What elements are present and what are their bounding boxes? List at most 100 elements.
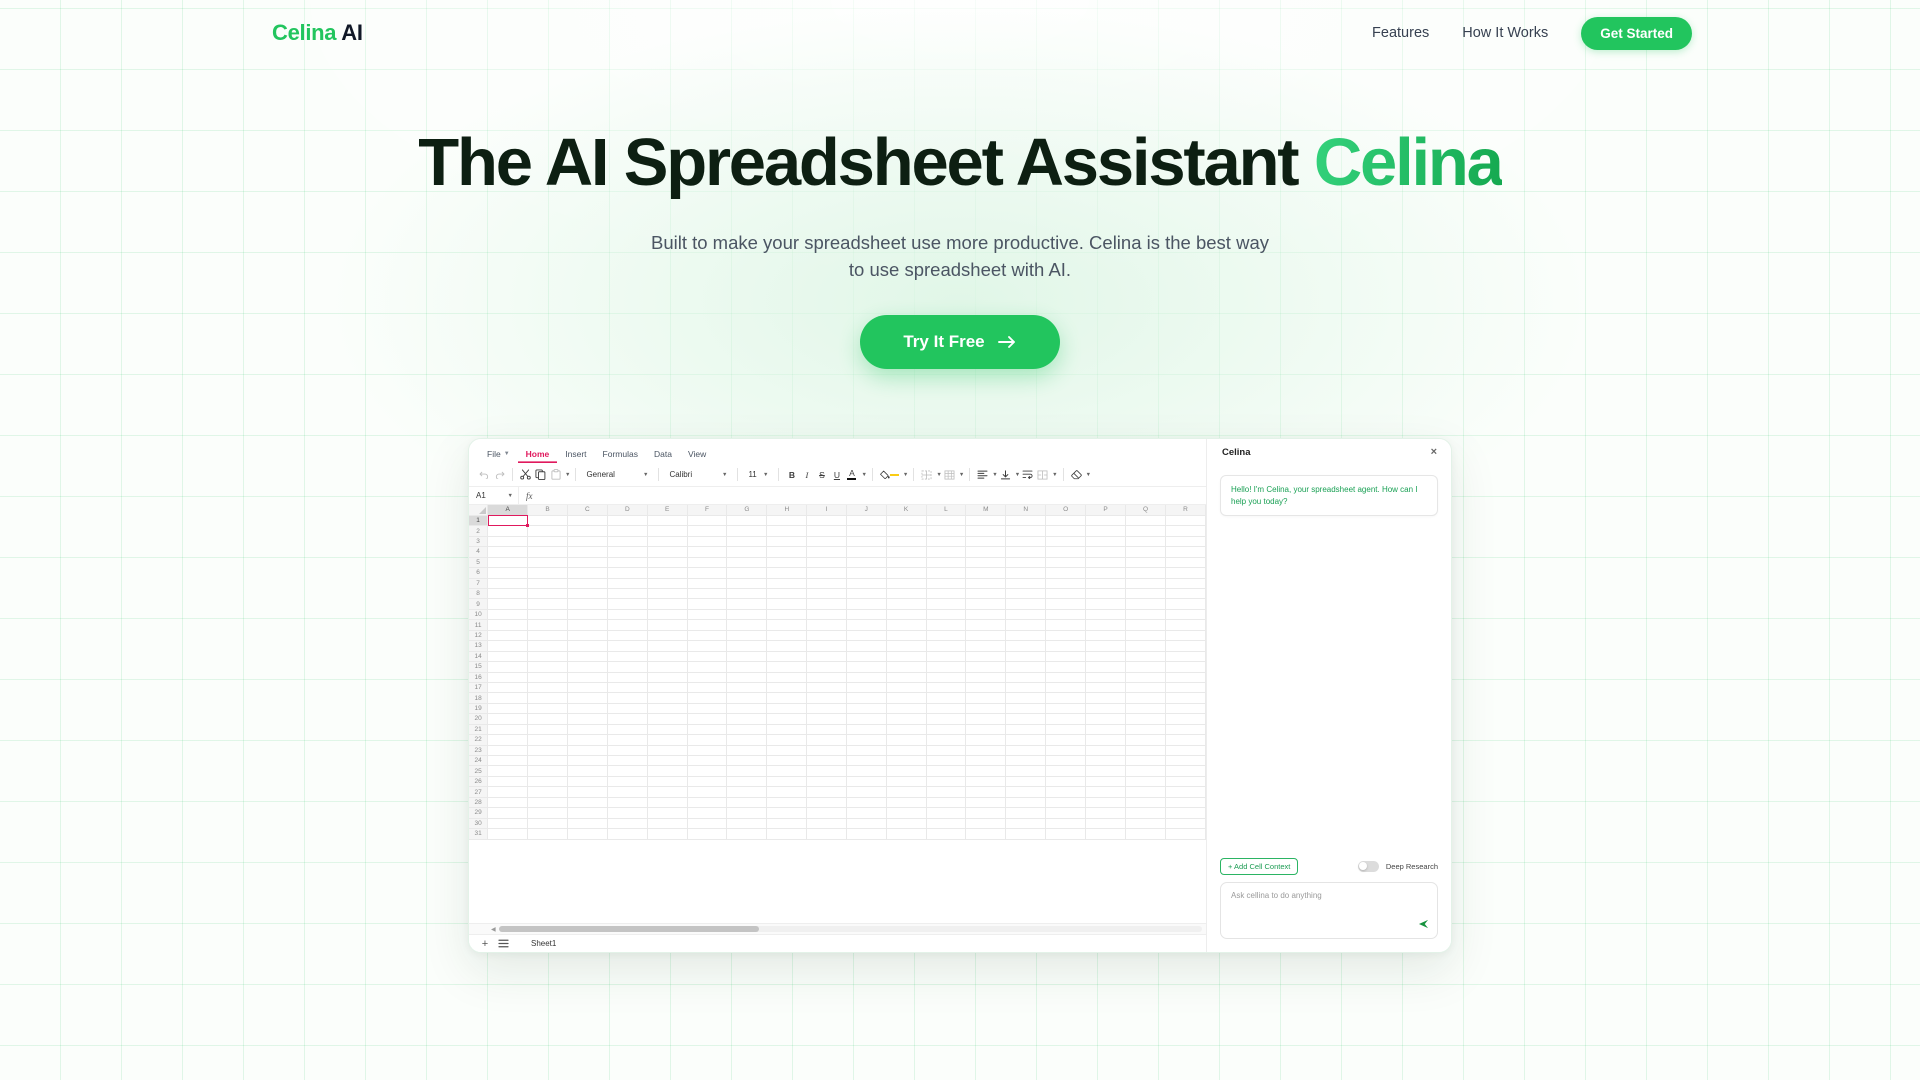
grid-cell-a15[interactable] [487,661,529,673]
grid-cell-c2[interactable] [567,525,608,537]
grid-cell-c18[interactable] [567,692,608,704]
grid-cell-a22[interactable] [487,734,529,746]
grid-cell-k14[interactable] [886,651,927,663]
row-header-16[interactable]: 16 [469,672,489,683]
grid-cell-q16[interactable] [1125,672,1166,683]
grid-cell-e28[interactable] [647,797,688,809]
grid-cell-f17[interactable] [687,682,728,694]
grid-cell-g12[interactable] [726,630,768,642]
grid-cell-g3[interactable] [726,536,768,548]
grid-cell-f21[interactable] [687,724,728,736]
grid-cell-f27[interactable] [687,786,728,798]
grid-cell-c28[interactable] [567,797,608,809]
grid-cell-c22[interactable] [567,734,608,746]
grid-cell-g15[interactable] [726,661,768,673]
grid-cell-j11[interactable] [846,619,887,631]
hscroll-thumb[interactable] [498,926,759,932]
hamburger-menu-icon[interactable] [495,937,511,951]
grid-cell-o13[interactable] [1045,640,1087,652]
grid-cell-i19[interactable] [806,703,847,715]
grid-cell-g21[interactable] [726,724,768,736]
grid-cell-f18[interactable] [687,692,728,704]
grid-cell-f19[interactable] [687,703,728,715]
grid-cell-f4[interactable] [687,546,728,558]
horizontal-scrollbar[interactable]: ◀ [469,923,1206,934]
grid-cell-p25[interactable] [1085,765,1127,777]
grid-cell-l12[interactable] [926,630,967,642]
grid-cell-g8[interactable] [726,588,768,600]
grid-cell-r24[interactable] [1165,755,1206,767]
font-color-dropdown-icon[interactable]: ▼ [861,472,866,478]
grid-cell-m5[interactable] [965,557,1007,569]
grid-cell-a30[interactable] [487,818,529,830]
grid-cell-d10[interactable] [607,609,648,621]
grid-cell-d22[interactable] [607,734,648,746]
grid-cell-a20[interactable] [487,713,529,725]
grid-cell-h27[interactable] [766,786,808,798]
grid-cell-b26[interactable] [527,776,568,788]
grid-cell-f28[interactable] [687,797,728,809]
column-header-b[interactable]: B [527,505,568,516]
grid-cell-c21[interactable] [567,724,608,736]
grid-cell-o3[interactable] [1045,536,1087,548]
row-header-30[interactable]: 30 [469,818,489,830]
eraser-dropdown-icon[interactable]: ▼ [1086,472,1091,478]
grid-cell-b22[interactable] [527,734,568,746]
column-header-c[interactable]: C [567,505,608,516]
grid-cell-k28[interactable] [886,797,927,809]
spreadsheet-grid[interactable]: ABCDEFGHIJKLMNOPQR 1 2 3 4 5 6 7 8 9 10 11 12 13 14 15… [469,505,1206,923]
row-header-31[interactable]: 31 [469,828,489,840]
grid-cell-m14[interactable] [965,651,1007,663]
grid-cell-f30[interactable] [687,818,728,830]
grid-cell-f8[interactable] [687,588,728,600]
grid-cell-o11[interactable] [1045,619,1087,631]
grid-cell-h25[interactable] [766,765,808,777]
grid-cell-a17[interactable] [487,682,529,694]
column-header-p[interactable]: P [1085,505,1127,516]
grid-cell-b10[interactable] [527,609,568,621]
grid-cell-b18[interactable] [527,692,568,704]
grid-cell-o21[interactable] [1045,724,1087,736]
grid-cell-b24[interactable] [527,755,568,767]
grid-cell-m10[interactable] [965,609,1007,621]
grid-cell-j7[interactable] [846,578,887,590]
menu-item-formulas[interactable]: Formulas [595,447,646,463]
grid-cell-j24[interactable] [846,755,887,767]
grid-cell-h8[interactable] [766,588,808,600]
row-header-28[interactable]: 28 [469,797,489,809]
grid-cell-g30[interactable] [726,818,768,830]
grid-cell-r14[interactable] [1165,651,1206,663]
grid-cell-j4[interactable] [846,546,887,558]
grid-cell-a28[interactable] [487,797,529,809]
grid-cell-c23[interactable] [567,745,608,757]
grid-cell-k1[interactable] [886,515,927,527]
menu-item-home[interactable]: Home [518,447,558,463]
grid-cell-d31[interactable] [607,828,648,840]
grid-cell-l28[interactable] [926,797,967,809]
grid-cell-m22[interactable] [965,734,1007,746]
grid-cell-b21[interactable] [527,724,568,736]
grid-cell-k17[interactable] [886,682,927,694]
grid-cell-a9[interactable] [487,598,529,610]
grid-cell-r22[interactable] [1165,734,1206,746]
grid-cell-a12[interactable] [487,630,529,642]
grid-cell-d26[interactable] [607,776,648,788]
row-header-4[interactable]: 4 [469,546,489,558]
grid-cell-j12[interactable] [846,630,887,642]
grid-cell-a2[interactable] [487,525,529,537]
grid-cell-r18[interactable] [1165,692,1206,704]
strikethrough-button[interactable]: S [814,467,829,483]
grid-cell-q11[interactable] [1125,619,1166,631]
grid-cell-e5[interactable] [647,557,688,569]
grid-cell-j8[interactable] [846,588,887,600]
grid-cell-k9[interactable] [886,598,927,610]
grid-cell-j14[interactable] [846,651,887,663]
grid-cell-e9[interactable] [647,598,688,610]
hscroll-track[interactable] [498,926,1202,932]
grid-cell-k16[interactable] [886,672,927,683]
grid-cell-c19[interactable] [567,703,608,715]
grid-cell-l26[interactable] [926,776,967,788]
grid-cell-q18[interactable] [1125,692,1166,704]
grid-cell-d14[interactable] [607,651,648,663]
grid-cell-p31[interactable] [1085,828,1127,840]
